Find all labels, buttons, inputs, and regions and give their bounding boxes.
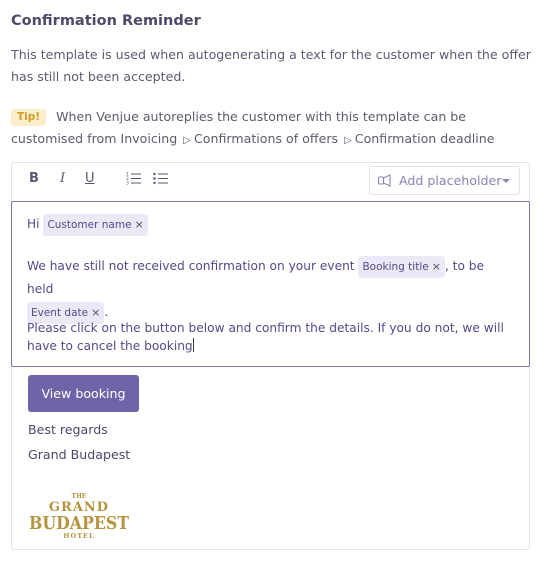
add-placeholder-dropdown[interactable]: Add placeholder [369,166,520,195]
view-booking-button[interactable]: View booking [28,375,139,412]
body-text: We have still not received confirmation … [27,259,355,273]
svg-text:BUDAPEST: BUDAPEST [29,513,130,534]
tip-text: Tip! When Venjue autoreplies the customer… [11,106,531,152]
chevron-down-icon [502,179,510,183]
placeholder-icon [378,174,391,187]
ordered-list-icon[interactable]: 1 2 3 [126,171,142,185]
close-icon[interactable]: × [135,218,144,231]
italic-button[interactable]: I [60,171,65,186]
signature-line-2: Grand Budapest [28,447,131,462]
text-cursor [192,338,194,352]
bold-button[interactable]: B [29,171,39,186]
tip-path-3: Confirmation deadline [354,131,495,146]
bullet-list-icon[interactable] [153,171,169,185]
chip-label: Customer name [47,219,132,231]
tip-badge: Tip! [11,109,47,126]
editor-content[interactable]: Hi Customer name × We have still not rece… [11,201,530,367]
triangle-right-icon: ▷ [183,135,191,146]
add-placeholder-label: Add placeholder [399,173,502,188]
page-title: Confirmation Reminder [11,13,201,29]
template-description: This template is used when autogeneratin… [11,47,531,84]
body-line: We have still not received confirmation … [27,255,507,324]
editor-toolbar: B I U 1 2 3 Add placeholder [12,163,529,201]
chip-label: Booking title [362,261,429,273]
svg-text:THE: THE [72,493,87,500]
underline-button[interactable]: U [85,171,95,186]
placeholder-chip-booking-title[interactable]: Booking title × [358,256,445,278]
grand-budapest-logo: THE GRAND BUDAPEST HOTEL [29,493,130,540]
signature-line-1: Best regards [28,422,108,437]
template-editor: B I U 1 2 3 Add placeholder Hi Customer … [11,162,530,550]
instruction-text: Please click on the button below and con… [27,321,504,353]
tip-path-2: Confirmations of offers [194,131,339,146]
instruction-line: Please click on the button below and con… [27,319,517,355]
svg-text:3: 3 [126,181,129,186]
tip-path-1: Invoicing [120,131,178,146]
close-icon[interactable]: × [432,260,441,273]
body-text-end: . [104,305,109,319]
close-icon[interactable]: × [91,306,100,319]
greeting-text: Hi [27,217,40,231]
triangle-right-icon: ▷ [344,135,352,146]
chip-label: Event date [31,307,89,319]
svg-text:HOTEL: HOTEL [63,532,94,540]
placeholder-chip-customer-name[interactable]: Customer name × [43,214,148,236]
greeting-line: Hi Customer name × [27,213,148,236]
